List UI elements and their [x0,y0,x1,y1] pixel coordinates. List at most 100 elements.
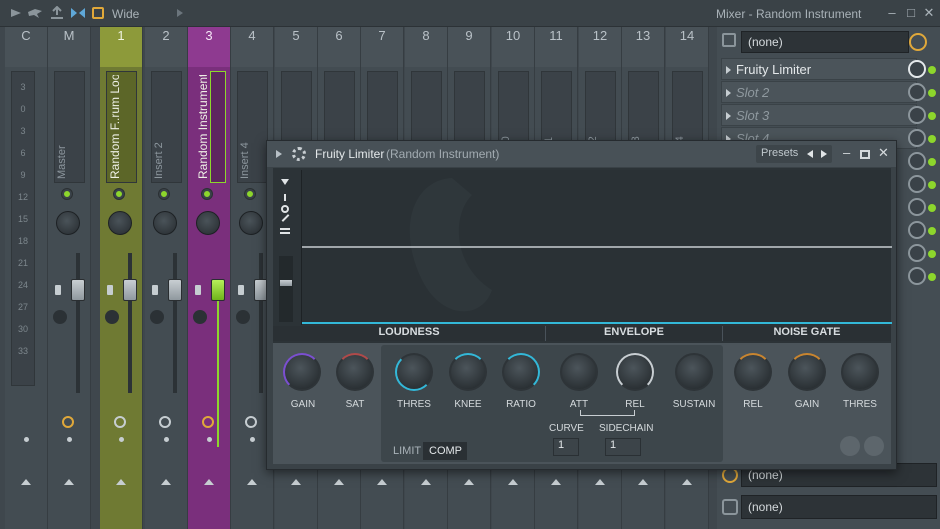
effect-slot-3[interactable]: Slot 3 [721,104,917,126]
pan-knob[interactable] [56,211,80,235]
slot-mix-knob[interactable] [908,106,926,124]
record-dot[interactable] [67,437,72,442]
dropdown-arrow-icon[interactable] [280,178,290,186]
slot-enable-led[interactable] [928,204,936,212]
route-arrow-icon[interactable] [161,479,171,485]
slot-mix-knob[interactable] [908,60,926,78]
mute-button[interactable] [193,310,207,324]
route-arrow-icon[interactable] [595,479,605,485]
preset-prev-icon[interactable] [806,149,814,159]
strip-led[interactable] [202,189,212,199]
point-tool-icon[interactable] [281,205,289,213]
strip-number[interactable]: C [5,27,47,67]
strip-led[interactable] [114,189,124,199]
effect-slot-1[interactable]: Fruity Limiter [721,58,917,80]
slot-menu-arrow-icon[interactable] [726,112,731,120]
slot-enable-led[interactable] [928,227,936,235]
comp-tab[interactable]: COMP [423,442,467,460]
slot-mix-knob[interactable] [908,175,926,193]
strip-number[interactable]: 5 [275,27,317,67]
slot-mix-knob[interactable] [908,244,926,262]
gate-gain-knob[interactable] [788,353,826,391]
pan-knob[interactable] [239,211,263,235]
route-arrow-icon[interactable] [377,479,387,485]
record-dot[interactable] [119,437,124,442]
record-dot[interactable] [207,437,212,442]
volume-fader[interactable] [123,279,137,301]
mixer-strip-c[interactable]: C 3 0 3 6 9 12 15 18 21 24 27 30 33 [5,27,48,529]
limiter-graph[interactable] [301,170,892,325]
gate-thres-knob[interactable] [841,353,879,391]
pan-knob[interactable] [153,211,177,235]
stereo-icon[interactable] [152,285,158,295]
pan-knob[interactable] [196,211,220,235]
plugin-minimize-icon[interactable]: – [843,145,850,160]
wide-arrows-icon[interactable] [70,6,86,20]
effect-slot-2[interactable]: Slot 2 [721,81,917,103]
mixer-strip-m[interactable]: M Master [48,27,91,529]
route-arrow-icon[interactable] [334,479,344,485]
route-arrow-icon[interactable] [421,479,431,485]
stereo-icon[interactable] [107,285,113,295]
route-arrow-icon[interactable] [247,479,257,485]
slot-enable-led[interactable] [928,250,936,258]
rel-knob[interactable] [616,353,654,391]
strip-number[interactable]: 4 [231,27,273,67]
ratio-knob[interactable] [502,353,540,391]
route-arrow-icon[interactable] [508,479,518,485]
record-dot[interactable] [250,437,255,442]
strip-number[interactable]: 14 [666,27,708,67]
wide-toggle-icon[interactable] [92,7,104,19]
clock-icon[interactable] [202,416,214,428]
volume-fader[interactable] [71,279,85,301]
record-dot[interactable] [164,437,169,442]
strip-led[interactable] [245,189,255,199]
stereo-icon[interactable] [195,285,201,295]
sustain-knob[interactable] [675,353,713,391]
volume-fader[interactable] [211,279,225,301]
envelope-header[interactable]: ENVELOPE [546,326,723,341]
limit-tab[interactable]: LIMIT [389,442,423,460]
plugin-maximize-icon[interactable] [860,150,870,159]
slot-enable-led[interactable] [928,112,936,120]
presets-box[interactable]: Presets [756,145,832,163]
strip-number[interactable]: M [48,27,90,67]
menu-arrow-icon[interactable] [8,6,24,20]
input-select[interactable]: (none) [741,31,909,53]
down-arrow-button[interactable] [840,436,860,456]
att-knob[interactable] [560,353,598,391]
strip-led[interactable] [62,189,72,199]
record-dot[interactable] [24,437,29,442]
slot-enable-led[interactable] [928,273,936,281]
route-arrow-icon[interactable] [64,479,74,485]
slot-enable-led[interactable] [928,135,936,143]
mute-button[interactable] [53,310,67,324]
clock-icon[interactable] [159,416,171,428]
noise-gate-header[interactable]: NOISE GATE [723,326,891,341]
slot-enable-led[interactable] [928,181,936,189]
mixer-strip-2[interactable]: 2 Insert 2 [145,27,188,529]
mute-button[interactable] [236,310,250,324]
slot-mix-knob[interactable] [908,221,926,239]
bird-icon[interactable] [27,6,43,20]
slot-enable-led[interactable] [928,158,936,166]
strip-number[interactable]: 9 [448,27,490,67]
route-arrow-icon[interactable] [682,479,692,485]
mute-button[interactable] [105,310,119,324]
volume-fader[interactable] [168,279,182,301]
gate-rel-knob[interactable] [734,353,772,391]
clock-icon[interactable] [114,416,126,428]
maximize-icon[interactable]: □ [903,5,919,21]
clock-icon[interactable] [62,416,74,428]
slot-mix-knob[interactable] [908,267,926,285]
slot-mix-knob[interactable] [908,152,926,170]
route-arrow-icon[interactable] [551,479,561,485]
slot-mix-knob[interactable] [908,198,926,216]
strip-number[interactable]: 7 [361,27,403,67]
plugin-menu-arrow-icon[interactable] [275,149,283,159]
knee-knob[interactable] [449,353,487,391]
output-select-2[interactable]: (none) [741,495,937,519]
strip-number[interactable]: 1 [100,27,142,67]
mixer-strip-3[interactable]: 3 Random Instrument [188,27,231,529]
extend-icon[interactable] [49,6,65,20]
